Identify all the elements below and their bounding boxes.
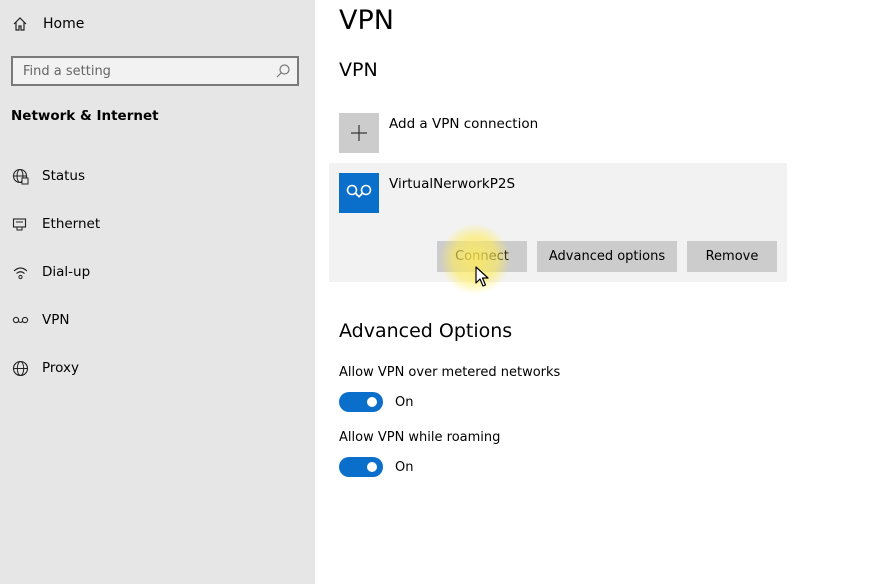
sidebar-item-ethernet[interactable]: Ethernet — [0, 200, 315, 248]
advanced-options-button[interactable]: Advanced options — [537, 241, 677, 272]
vpn-connection-name: VirtualNerworkP2S — [389, 176, 516, 192]
roaming-toggle[interactable] — [339, 457, 383, 477]
advanced-options-title: Advanced Options — [339, 320, 513, 342]
sidebar-item-label: Ethernet — [42, 216, 101, 232]
add-vpn-label: Add a VPN connection — [389, 116, 539, 132]
sidebar-item-label: VPN — [42, 312, 70, 328]
toggle-knob — [367, 397, 377, 407]
section-title: Network & Internet — [11, 108, 159, 124]
search-icon[interactable] — [275, 63, 291, 83]
search-input[interactable] — [13, 58, 273, 84]
vpn-section-title: VPN — [339, 59, 378, 81]
ethernet-icon — [11, 215, 29, 233]
metered-toggle[interactable] — [339, 392, 383, 412]
sidebar-nav: Status Ethernet Dial-up VPN Proxy — [0, 152, 315, 392]
search-box[interactable] — [11, 56, 299, 86]
home-link[interactable]: Home — [11, 14, 84, 34]
vpn-connection-card[interactable]: VirtualNerworkP2S Connect Advanced optio… — [329, 163, 787, 282]
metered-option-label: Allow VPN over metered networks — [339, 365, 561, 380]
toggle-knob — [367, 462, 377, 472]
add-vpn-connection-button[interactable]: Add a VPN connection — [339, 113, 538, 153]
connect-button[interactable]: Connect — [437, 241, 527, 272]
remove-button[interactable]: Remove — [687, 241, 777, 272]
sidebar-item-label: Dial-up — [42, 264, 91, 280]
sidebar-item-label: Status — [42, 168, 86, 184]
metered-toggle-row: On — [339, 392, 413, 412]
vpn-connection-icon — [339, 173, 379, 213]
globe-icon — [11, 359, 29, 377]
sidebar-item-status[interactable]: Status — [0, 152, 315, 200]
vpn-icon — [11, 311, 29, 329]
roaming-toggle-row: On — [339, 457, 413, 477]
main-content: VPN VPN Add a VPN connection VirtualNerw… — [315, 0, 878, 584]
page-title: VPN — [339, 5, 394, 36]
home-icon — [11, 15, 29, 33]
plus-icon — [339, 113, 379, 153]
sidebar-item-proxy[interactable]: Proxy — [0, 344, 315, 392]
sidebar-item-label: Proxy — [42, 360, 79, 376]
toggle-state: On — [395, 459, 414, 475]
toggle-state: On — [395, 394, 414, 410]
sidebar: Home Network & Internet Status Ethernet … — [0, 0, 315, 584]
vpn-connection-row[interactable]: VirtualNerworkP2S — [339, 173, 515, 213]
dial-up-icon — [11, 263, 29, 281]
home-label: Home — [43, 16, 85, 32]
globe-status-icon — [11, 167, 29, 185]
roaming-option-label: Allow VPN while roaming — [339, 430, 501, 445]
sidebar-item-dial-up[interactable]: Dial-up — [0, 248, 315, 296]
sidebar-item-vpn[interactable]: VPN — [0, 296, 315, 344]
